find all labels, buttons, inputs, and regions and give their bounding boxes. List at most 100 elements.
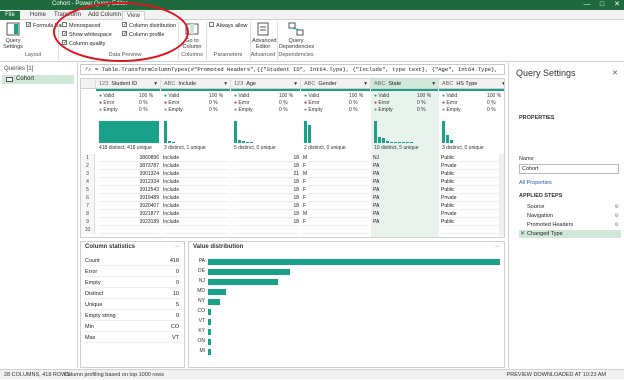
maximize-button[interactable]: □ [595, 0, 609, 10]
row-number[interactable]: 8 [81, 210, 95, 218]
table-cell[interactable]: 18 [233, 162, 299, 170]
go-to-column-button[interactable]: Go to Column [181, 22, 203, 50]
row-number[interactable]: 7 [81, 202, 95, 210]
column-header-student-id[interactable]: 123 Student ID ▾ [96, 79, 161, 89]
distribution-bar-md[interactable] [208, 289, 226, 295]
gear-icon[interactable]: ⚙ [615, 212, 619, 220]
distribution-bar-nj[interactable] [208, 279, 279, 285]
table-cell[interactable]: 18 [233, 194, 299, 202]
table-cell[interactable]: Include [163, 218, 229, 226]
table-cell[interactable] [233, 226, 299, 234]
step-source[interactable]: Source ⚙ [519, 203, 621, 211]
table-cell[interactable] [441, 226, 504, 234]
distribution-bar-pa[interactable] [208, 259, 500, 265]
table-cell[interactable]: Private [441, 210, 504, 218]
table-cell[interactable] [303, 226, 369, 234]
column-distribution-checkbox[interactable]: ✓ Column distribution [122, 22, 176, 29]
table-cell[interactable] [98, 226, 159, 234]
advanced-editor-button[interactable]: Advanced Editor [252, 22, 276, 50]
table-cell[interactable]: PA [373, 186, 437, 194]
table-cell[interactable]: Include [163, 154, 229, 162]
query-dependencies-button[interactable]: Query Dependencies [279, 22, 314, 50]
tab-transform[interactable]: Transform [50, 11, 85, 20]
gear-icon[interactable]: ⚙ [615, 203, 619, 211]
table-cell[interactable]: F [303, 178, 369, 186]
distribution-bar-co[interactable] [208, 309, 211, 315]
filter-dropdown-icon[interactable]: ▾ [224, 79, 227, 88]
grid-corner[interactable] [81, 79, 96, 89]
table-cell[interactable]: PA [373, 210, 437, 218]
step-changed-type[interactable]: ✕ Changed Type [519, 230, 621, 238]
column-header-hs-type[interactable]: ABC HS Type ▾ [439, 79, 504, 89]
table-cell[interactable]: M [303, 154, 369, 162]
table-cell[interactable]: 18 [233, 178, 299, 186]
row-number[interactable]: 1 [81, 154, 95, 162]
table-cell[interactable] [373, 226, 437, 234]
column-type-icon[interactable]: 123 [99, 81, 108, 87]
table-cell[interactable]: 3912543 [98, 186, 159, 194]
table-cell[interactable]: PA [373, 218, 437, 226]
table-cell[interactable]: 3920407 [98, 202, 159, 210]
filter-dropdown-icon[interactable]: ▾ [294, 79, 297, 88]
table-cell[interactable]: 3919489 [98, 194, 159, 202]
table-cell[interactable]: PA [373, 202, 437, 210]
table-cell[interactable]: Private [441, 194, 504, 202]
table-cell[interactable]: 18 [233, 210, 299, 218]
always-allow-checkbox[interactable]: Always allow [209, 22, 247, 29]
table-cell[interactable]: 3873787 [98, 162, 159, 170]
column-type-icon[interactable]: 123 [234, 81, 243, 87]
distribution-bar-mi[interactable] [208, 349, 211, 355]
table-cell[interactable]: F [303, 218, 369, 226]
table-cell[interactable] [163, 226, 229, 234]
table-cell[interactable]: 3860896 [98, 154, 159, 162]
table-cell[interactable]: Public [441, 218, 504, 226]
table-cell[interactable]: PA [373, 162, 437, 170]
table-cell[interactable]: 3912334 [98, 178, 159, 186]
gear-icon[interactable]: ⚙ [615, 221, 619, 229]
row-number[interactable]: 3 [81, 170, 95, 178]
vertical-scrollbar[interactable] [499, 154, 504, 236]
distribution-bar-de[interactable] [208, 269, 290, 275]
more-options-icon[interactable]: ··· [173, 243, 180, 250]
tab-add-column[interactable]: Add Column [84, 11, 125, 20]
table-cell[interactable]: Include [163, 210, 229, 218]
filter-dropdown-icon[interactable]: ▾ [364, 79, 367, 88]
column-quality-checkbox[interactable]: ✓ Column quality [62, 40, 105, 47]
table-cell[interactable]: 3923189 [98, 218, 159, 226]
delete-step-icon[interactable]: ✕ [520, 230, 525, 238]
column-header-gender[interactable]: ABC Gender ▾ [301, 79, 371, 89]
table-cell[interactable]: 21 [233, 170, 299, 178]
table-cell[interactable]: Include [163, 170, 229, 178]
table-cell[interactable]: Include [163, 194, 229, 202]
table-cell[interactable]: F [303, 162, 369, 170]
table-cell[interactable]: M [303, 210, 369, 218]
tab-file[interactable]: File [0, 11, 20, 20]
filter-dropdown-icon[interactable]: ▾ [432, 79, 435, 88]
row-number[interactable]: 6 [81, 194, 95, 202]
distribution-bar-ky[interactable] [208, 329, 211, 335]
distribution-bar-on[interactable] [208, 339, 211, 345]
row-number[interactable]: 2 [81, 162, 95, 170]
column-type-icon[interactable]: ABC [164, 81, 175, 87]
table-cell[interactable]: 3901324 [98, 170, 159, 178]
table-cell[interactable]: Public [441, 170, 504, 178]
column-profile-checkbox[interactable]: ✓ Column profile [122, 31, 164, 38]
query-settings-button[interactable]: Query Settings [2, 22, 24, 50]
column-header-state[interactable]: ABC State ▾ [371, 79, 439, 89]
more-options-icon[interactable]: ··· [493, 243, 500, 250]
column-type-icon[interactable]: ABC [304, 81, 315, 87]
column-header-age[interactable]: 123 Age ▾ [231, 79, 301, 89]
tab-view[interactable]: View [122, 11, 145, 20]
distribution-bar-ny[interactable] [208, 299, 220, 305]
table-cell[interactable]: Public [441, 154, 504, 162]
column-type-icon[interactable]: ABC [442, 81, 453, 87]
table-cell[interactable]: Public [441, 178, 504, 186]
table-cell[interactable]: NJ [373, 154, 437, 162]
row-number[interactable]: 10 [81, 226, 95, 234]
step-navigation[interactable]: Navigation ⚙ [519, 212, 621, 220]
table-cell[interactable]: 3921877 [98, 210, 159, 218]
row-number[interactable]: 9 [81, 218, 95, 226]
table-cell[interactable]: Public [441, 186, 504, 194]
query-item-cohort[interactable]: Cohort [2, 75, 74, 84]
table-cell[interactable]: Private [441, 162, 504, 170]
